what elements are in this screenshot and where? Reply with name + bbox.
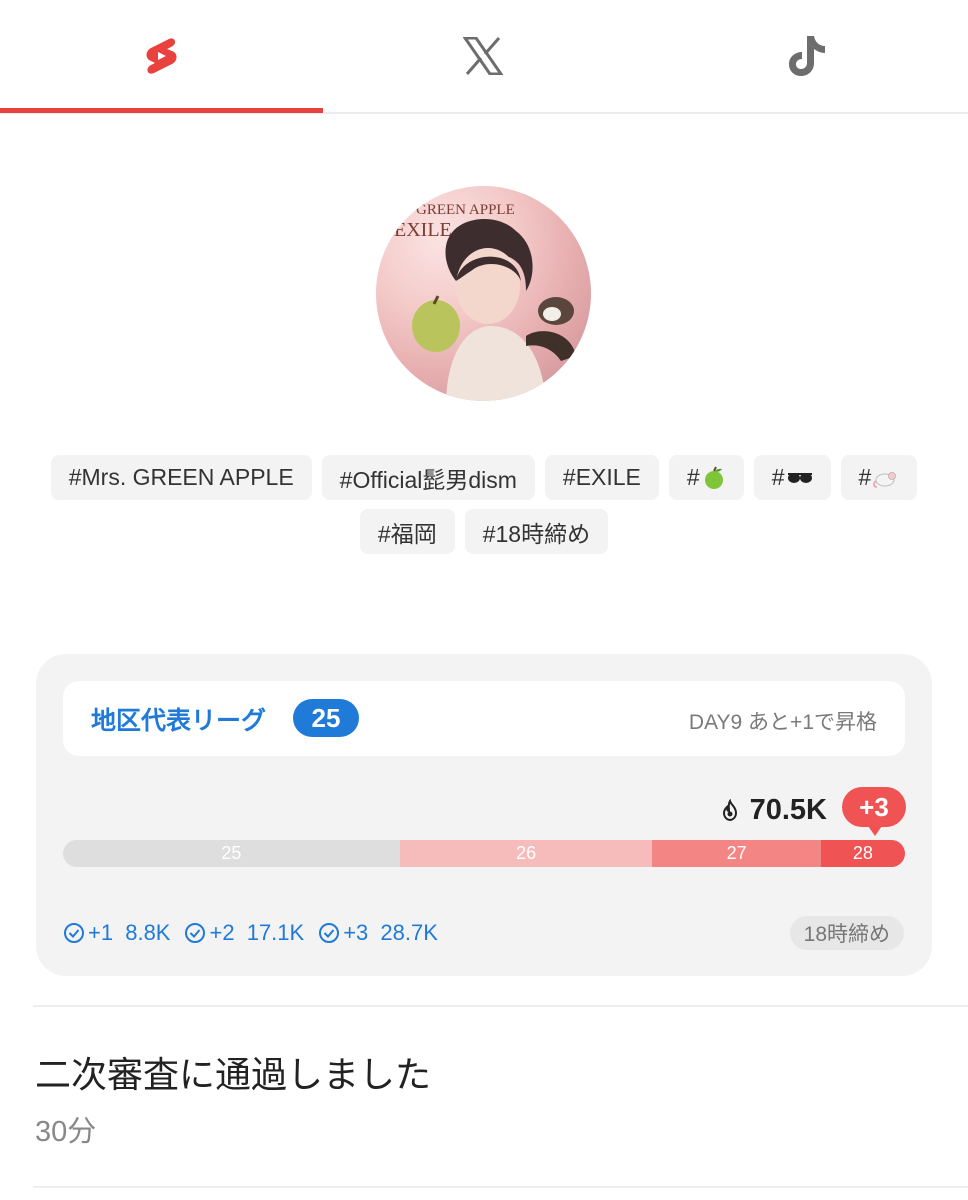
notice-title: 二次審査に通過しました	[35, 1054, 432, 1095]
threshold-item: +2 17.1K	[184, 920, 304, 946]
tag-sunglasses[interactable]: #	[753, 455, 831, 500]
tag-label: #18時締め	[482, 520, 591, 547]
tiktok-icon	[789, 36, 825, 76]
tag-label: #Official髭男dism	[339, 466, 517, 493]
threshold-item: +3 28.7K	[318, 920, 438, 946]
tag-list: #Mrs. GREEN APPLE #Official髭男dism #EXILE…	[40, 455, 928, 554]
avatar[interactable]: GREEN APPLE EXILE	[376, 186, 591, 401]
deadline-label: 18時締め	[803, 923, 890, 946]
youtube-shorts-icon	[146, 38, 177, 74]
tag-18h-deadline[interactable]: #18時締め	[464, 509, 609, 554]
threshold-value: 17.1K	[246, 920, 305, 945]
threshold-label: +3	[343, 920, 369, 945]
threshold-value: 28.7K	[380, 920, 438, 945]
rat-icon	[873, 471, 897, 488]
tag-label: #福岡	[377, 520, 437, 547]
league-title: 地区代表リーグ	[91, 707, 267, 735]
platform-tabs	[0, 0, 968, 114]
tag-label: #	[686, 464, 700, 490]
avatar-artwork: GREEN APPLE EXILE	[394, 202, 576, 401]
rank-change-bubble: +3	[842, 787, 906, 836]
tag-exile[interactable]: #EXILE	[544, 455, 659, 500]
avatar-text-line2: EXILE	[394, 219, 452, 241]
check-circle-icon	[64, 923, 84, 943]
sunglasses-icon	[787, 472, 812, 483]
tag-rat[interactable]: #	[840, 455, 918, 500]
progress-segment: 25	[63, 840, 400, 867]
progress-segment-label: 28	[852, 843, 873, 863]
threshold-label: +2	[209, 920, 235, 945]
tab-x[interactable]	[322, 0, 644, 112]
tag-green-apple[interactable]: #	[668, 455, 744, 500]
threshold-item: +1 8.8K	[63, 920, 170, 946]
progress-segment-label: 27	[726, 843, 747, 863]
notice-time: 30分	[35, 1116, 97, 1148]
progress-segment: 26	[399, 840, 653, 867]
tag-official-hige[interactable]: #Official髭男dism	[321, 455, 535, 500]
tab-tiktok[interactable]	[646, 0, 968, 112]
progress-segment: 27	[652, 840, 821, 867]
progress-segment: 28	[820, 840, 905, 867]
league-progress-bar: 25 26 27 28	[63, 840, 905, 867]
threshold-value: 8.8K	[125, 920, 171, 945]
tag-label: #EXILE	[562, 464, 641, 490]
tag-mrs-green-apple[interactable]: #Mrs. GREEN APPLE	[50, 455, 312, 500]
league-card[interactable]: 地区代表リーグ 25 DAY9 あと+1で昇格 70.5K +3 25 26 2…	[36, 654, 932, 976]
progress-segment-label: 25	[221, 843, 242, 863]
threshold-list: +1 8.8K +2 17.1K +3 28.7K	[63, 920, 438, 946]
tag-label: #	[858, 464, 872, 490]
x-icon	[463, 37, 503, 75]
tag-fukuoka[interactable]: #福岡	[359, 509, 455, 554]
league-rank-badge: 25	[293, 699, 359, 737]
flame-icon	[722, 798, 737, 821]
threshold-label: +1	[88, 920, 114, 945]
check-circle-icon	[319, 923, 340, 943]
tag-label: #	[771, 464, 785, 490]
tag-label: #Mrs. GREEN APPLE	[68, 464, 294, 490]
league-header: 地区代表リーグ 25 DAY9 あと+1で昇格	[63, 681, 905, 756]
rank-change: +3	[859, 791, 889, 822]
check-circle-icon	[185, 923, 206, 943]
active-tab-indicator	[0, 108, 323, 113]
deadline-badge: 18時締め	[789, 916, 904, 950]
avatar-text-line1: GREEN APPLE	[416, 202, 515, 218]
green-apple-icon	[704, 466, 723, 489]
tab-shorts[interactable]	[0, 0, 322, 112]
score-value: 70.5K	[749, 794, 827, 826]
progress-segment-label: 26	[516, 843, 537, 863]
score: 70.5K	[718, 794, 827, 827]
divider	[33, 1186, 968, 1188]
divider	[33, 1005, 968, 1007]
league-status: DAY9 あと+1で昇格	[688, 711, 877, 734]
